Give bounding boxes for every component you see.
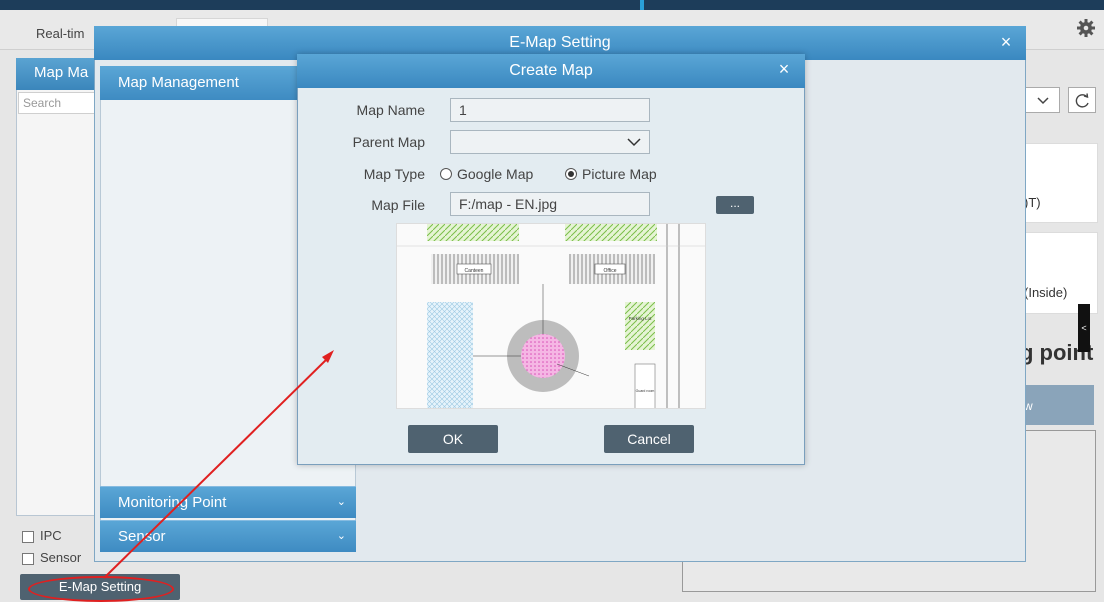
parent-map-select[interactable] [450, 130, 650, 154]
top-strip [0, 0, 1104, 10]
sensor-checkbox-label: Sensor [40, 550, 82, 565]
map-tree-header: Map Ma [16, 58, 100, 90]
map-file-input[interactable]: F:/map - EN.jpg [450, 192, 650, 216]
refresh-button[interactable] [1068, 87, 1096, 113]
google-map-label: Google Map [457, 166, 534, 182]
device-card-1[interactable] [1020, 143, 1098, 223]
chevron-down-icon [1037, 97, 1049, 105]
sensor-checkbox[interactable] [22, 553, 34, 565]
ipc-checkbox[interactable] [22, 531, 34, 543]
guard-room-label: Guard room [636, 389, 655, 393]
sensor-label: Sensor [118, 528, 166, 545]
device-card-2-text: (Inside) [1024, 285, 1068, 300]
refresh-icon [1075, 93, 1089, 108]
map-file-label: Map File [371, 197, 425, 213]
office-label: Office [604, 268, 617, 274]
device-card-2[interactable] [1020, 232, 1098, 314]
picture-map-label: Picture Map [582, 166, 657, 182]
create-map-close-icon[interactable]: × [772, 57, 796, 81]
sensor-accordion[interactable]: Sensor ⌄ [100, 520, 356, 552]
device-card-1-text: )T) [1024, 195, 1041, 210]
top-strip-accent [640, 0, 644, 10]
map-search-input[interactable]: Search [18, 92, 98, 114]
gear-icon[interactable] [1076, 18, 1096, 38]
parent-map-label: Parent Map [352, 134, 425, 150]
table-header: w [1024, 385, 1094, 425]
map-name-input[interactable]: 1 [450, 98, 650, 122]
canteen-label: Canteen [465, 268, 484, 274]
monitoring-point-label: Monitoring Point [118, 494, 227, 511]
google-map-radio[interactable]: Google Map [440, 166, 533, 182]
map-preview-image: Canteen Office Parking Lot Guard room [396, 223, 706, 409]
collapse-toggle[interactable]: < [1078, 304, 1090, 352]
highlight-annotation [28, 576, 174, 602]
picture-map-radio[interactable]: Picture Map [565, 166, 657, 182]
ipc-checkbox-label: IPC [40, 528, 62, 543]
browse-button[interactable]: ... [716, 196, 754, 214]
radio-checked-icon [565, 168, 577, 180]
chevron-down-icon [627, 138, 641, 147]
monitoring-point-accordion[interactable]: Monitoring Point ⌄ [100, 486, 356, 518]
parking-lot-label: Parking Lot [629, 316, 653, 321]
tab-realtime[interactable]: Real-tim [36, 26, 84, 41]
map-tree-panel [16, 58, 100, 516]
chevron-down-icon: ⌄ [336, 496, 346, 508]
ok-button[interactable]: OK [408, 425, 498, 453]
emap-close-icon[interactable]: × [994, 30, 1018, 54]
chevron-down-icon: ⌄ [336, 530, 346, 542]
map-type-label: Map Type [363, 166, 425, 182]
right-dropdown[interactable] [1024, 87, 1060, 113]
map-name-label: Map Name [356, 102, 425, 118]
create-map-title: Create Map [297, 54, 805, 88]
radio-unchecked-icon [440, 168, 452, 180]
cancel-button[interactable]: Cancel [604, 425, 694, 453]
